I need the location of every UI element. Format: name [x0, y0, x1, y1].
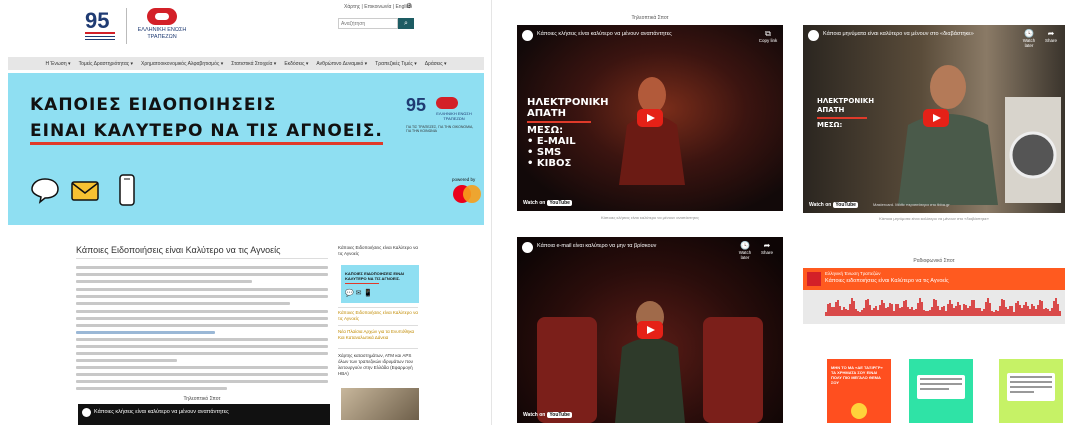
- article-paragraph: [76, 310, 328, 338]
- channel-avatar: [522, 30, 533, 41]
- mobile-phone-icon: [119, 174, 135, 206]
- audio-player[interactable]: Ελληνική Ένωση Τραπεζών Κάποιες ειδοποιή…: [803, 268, 1065, 324]
- bank-logo[interactable]: ΕΛΛΗΝΙΚΗ ΕΝΩΣΗ ΤΡΑΠΕΖΩΝ: [136, 8, 188, 46]
- nav-item[interactable]: Δράσεις ▾: [425, 61, 447, 67]
- article-paragraph: [76, 288, 328, 309]
- watch-later-button[interactable]: 🕓 Watch later: [1019, 29, 1039, 48]
- speech-bubble-icon: [31, 178, 59, 204]
- website-page: 95 ΕΛΛΗΝΙΚΗ ΕΝΩΣΗ ΤΡΑΠΕΖΩΝ Χάρτης | Επικ…: [0, 0, 492, 425]
- video-title[interactable]: Κάποια μηνύματα είναι καλύτερο να μένουν…: [823, 31, 974, 37]
- campaign-banner: ΚΑΠΟΙΕΣ ΕΙΔΟΠΟΙΗΣΕΙΣ ΕΙΝΑΙ ΚΑΛΥΤΕΡΟ ΝΑ Τ…: [8, 73, 484, 225]
- sidebar-link[interactable]: Κάποιες Ειδοποιήσεις είναι Καλύτερο να τ…: [338, 310, 418, 322]
- channel-avatar: [808, 30, 819, 41]
- message-mockup: [1007, 373, 1055, 401]
- nav-item[interactable]: Τομείς Δραστηριότητας ▾: [79, 61, 133, 67]
- tv-spot-label: Τηλεοπτικό Σποτ: [183, 396, 221, 402]
- sidebar-link[interactable]: Νέα Πλαίσια Αρχών για τα Ενυπόθηκα Και Κ…: [338, 329, 418, 341]
- video-title[interactable]: Κάποιες κλήσεις είναι καλύτερο να μένουν…: [537, 31, 672, 37]
- search-icon: ⌕: [404, 20, 408, 27]
- video-player[interactable]: Κάποιες κλήσεις είναι καλύτερο να μένουν…: [517, 25, 783, 211]
- main-nav: Η Ένωση ▾ Τομείς Δραστηριότητας ▾ Χρηματ…: [8, 57, 484, 70]
- article-paragraph: [76, 338, 328, 366]
- channel-avatar: [522, 242, 533, 253]
- gear-icon[interactable]: ⚙: [406, 2, 412, 10]
- bank-logo-mark: [147, 8, 177, 25]
- article-title: Κάποιες Ειδοποιήσεις είναι Καλύτερο να τ…: [76, 245, 281, 255]
- bank-logo-name: ΕΛΛΗΝΙΚΗ ΕΝΩΣΗ ΤΡΑΠΕΖΩΝ: [137, 27, 187, 40]
- top-links[interactable]: Χάρτης | Επικοινωνία | English: [344, 4, 412, 10]
- sidebar-news-text[interactable]: Χάρτης καταστημάτων, ΑΤΜ και APS όλων τω…: [338, 353, 418, 377]
- play-button[interactable]: [637, 109, 663, 127]
- banner-logo: 95 ΕΛΛΗΝΙΚΗ ΕΝΩΣΗ ΤΡΑΠΕΖΩΝ ΓΙΑ ΤΙΣ ΤΡΑΠΕ…: [406, 95, 474, 133]
- video-caption: Κάποιες κλήσεις είναι καλύτερο να μένουν…: [600, 215, 700, 220]
- watch-on-youtube[interactable]: Watch on YouTube: [523, 200, 572, 206]
- social-card-text: ΜΗΝ ΤΟ ΜΑ «ΔΕ ΤΑΞΙΡΓΡ» ΤΑ ΧΡΗΜΑΤΑ ΣΟΥ ΕΙ…: [831, 365, 883, 385]
- tv-spots-label: Τηλεοπτικά Σποτ: [631, 15, 669, 21]
- play-button[interactable]: [923, 109, 949, 127]
- sidebar-title: Κάποιες Ειδοποιήσεις είναι Καλύτερο να τ…: [338, 245, 418, 256]
- sidebar-news-image[interactable]: [341, 388, 419, 420]
- search-input[interactable]: [338, 18, 398, 29]
- nav-item[interactable]: Στατιστικά Στοιχεία ▾: [231, 61, 276, 67]
- audio-waveform[interactable]: [825, 294, 1061, 316]
- message-mockup: [917, 375, 965, 399]
- video-title[interactable]: Κάποια e-mail είναι καλύτερο να μην τα β…: [537, 243, 656, 249]
- powered-by-label: powered by: [452, 177, 476, 182]
- track-artwork: [807, 272, 821, 286]
- radio-spot-label: Ραδιοφωνικό Σποτ: [913, 258, 955, 264]
- play-button[interactable]: [637, 321, 663, 339]
- article-divider: [76, 258, 328, 259]
- embedded-video[interactable]: Κάποιες κλήσεις είναι καλύτερο να μένουν…: [78, 404, 330, 425]
- social-card[interactable]: [999, 359, 1063, 423]
- hba-95-logo[interactable]: 95: [84, 6, 118, 44]
- waveform-bar: [1059, 311, 1061, 316]
- track-title[interactable]: Κάποιες ειδοποιήσεις είναι Καλύτερο να τ…: [825, 278, 949, 284]
- video-overlay-text: ΗΛΕΚΤΡΟΝΙΚΗ ΑΠΑΤΗ ΜΕΣΩ: • E-MAIL • SMS •…: [527, 97, 609, 169]
- nav-item[interactable]: Η Ένωση ▾: [45, 61, 70, 67]
- nav-item[interactable]: Χρηματοοικονομικός Αλφαβητισμός ▾: [141, 61, 223, 67]
- share-button[interactable]: ➦ Share: [1041, 29, 1061, 43]
- share-button[interactable]: ➦ Share: [757, 241, 777, 255]
- article-paragraph: [76, 266, 328, 287]
- video-player[interactable]: Κάποια μηνύματα είναι καλύτερο να μένουν…: [803, 25, 1065, 213]
- watch-on-youtube[interactable]: Watch on YouTube: [809, 202, 858, 208]
- video-player[interactable]: Κάποια e-mail είναι καλύτερο να μην τα β…: [517, 237, 783, 423]
- washing-machine: [1005, 97, 1061, 203]
- video-caption: Κάποια μηνύματα είναι καλύτερο να μένουν…: [879, 216, 989, 221]
- bus-seats: [537, 301, 763, 423]
- sidebar-divider: [338, 307, 418, 308]
- sidebar-thumbnail[interactable]: ΚΑΠΟΙΕΣ ΕΙΔΟΠΟΙΗΣΕΙΣ ΕΙΝΑΙ ΚΑΛΥΤΕΡΟ ΝΑ Τ…: [341, 265, 419, 303]
- article-paragraph: [76, 366, 328, 394]
- coin-icon: [851, 403, 867, 419]
- banner-headline-2: ΕΙΝΑΙ ΚΑΛΥΤΕΡΟ ΝΑ ΤΙΣ ΑΓΝΟΕΙΣ.: [30, 121, 383, 145]
- nav-item[interactable]: Ανθρώπινο Δυναμικό ▾: [316, 61, 367, 67]
- nav-item[interactable]: Τραπεζικές Τιμές ▾: [375, 61, 417, 67]
- banner-headline-1: ΚΑΠΟΙΕΣ ΕΙΔΟΠΟΙΗΣΕΙΣ: [30, 95, 277, 115]
- sidebar-divider: [338, 325, 418, 326]
- watch-on-youtube[interactable]: Watch on YouTube: [523, 412, 572, 418]
- logo-divider: [126, 8, 127, 44]
- video-scene-figure: [898, 65, 998, 205]
- social-card[interactable]: [909, 359, 973, 423]
- audio-player-header: Ελληνική Ένωση Τραπεζών Κάποιες ειδοποιή…: [803, 268, 1065, 290]
- nav-item[interactable]: Εκδόσεις ▾: [284, 61, 308, 67]
- logo-number: 95: [85, 8, 109, 33]
- track-artist[interactable]: Ελληνική Ένωση Τραπεζών: [825, 271, 880, 276]
- sidebar-divider: [338, 348, 418, 349]
- copy-link-button[interactable]: ⧉ Copy link: [758, 29, 778, 43]
- channel-avatar: [82, 408, 91, 417]
- search-button[interactable]: ⌕: [398, 18, 414, 29]
- envelope-icon: [71, 181, 99, 201]
- video-overlay-text: ΗΛΕΚΤΡΟΝΙΚΗ ΑΠΑΤΗ ΜΕΣΩ:: [817, 97, 875, 129]
- watch-later-button[interactable]: 🕓 Watch later: [735, 241, 755, 260]
- social-card[interactable]: ΜΗΝ ΤΟ ΜΑ «ΔΕ ΤΑΞΙΡΓΡ» ΤΑ ΧΡΗΜΑΤΑ ΣΟΥ ΕΙ…: [827, 359, 891, 423]
- video-title[interactable]: Κάποιες κλήσεις είναι καλύτερο να μένουν…: [94, 409, 229, 415]
- mastercard-logo: [453, 185, 481, 203]
- video-bottom-text: Mastercard. Μάθε περισσότερα στο tbba.gr: [873, 202, 950, 207]
